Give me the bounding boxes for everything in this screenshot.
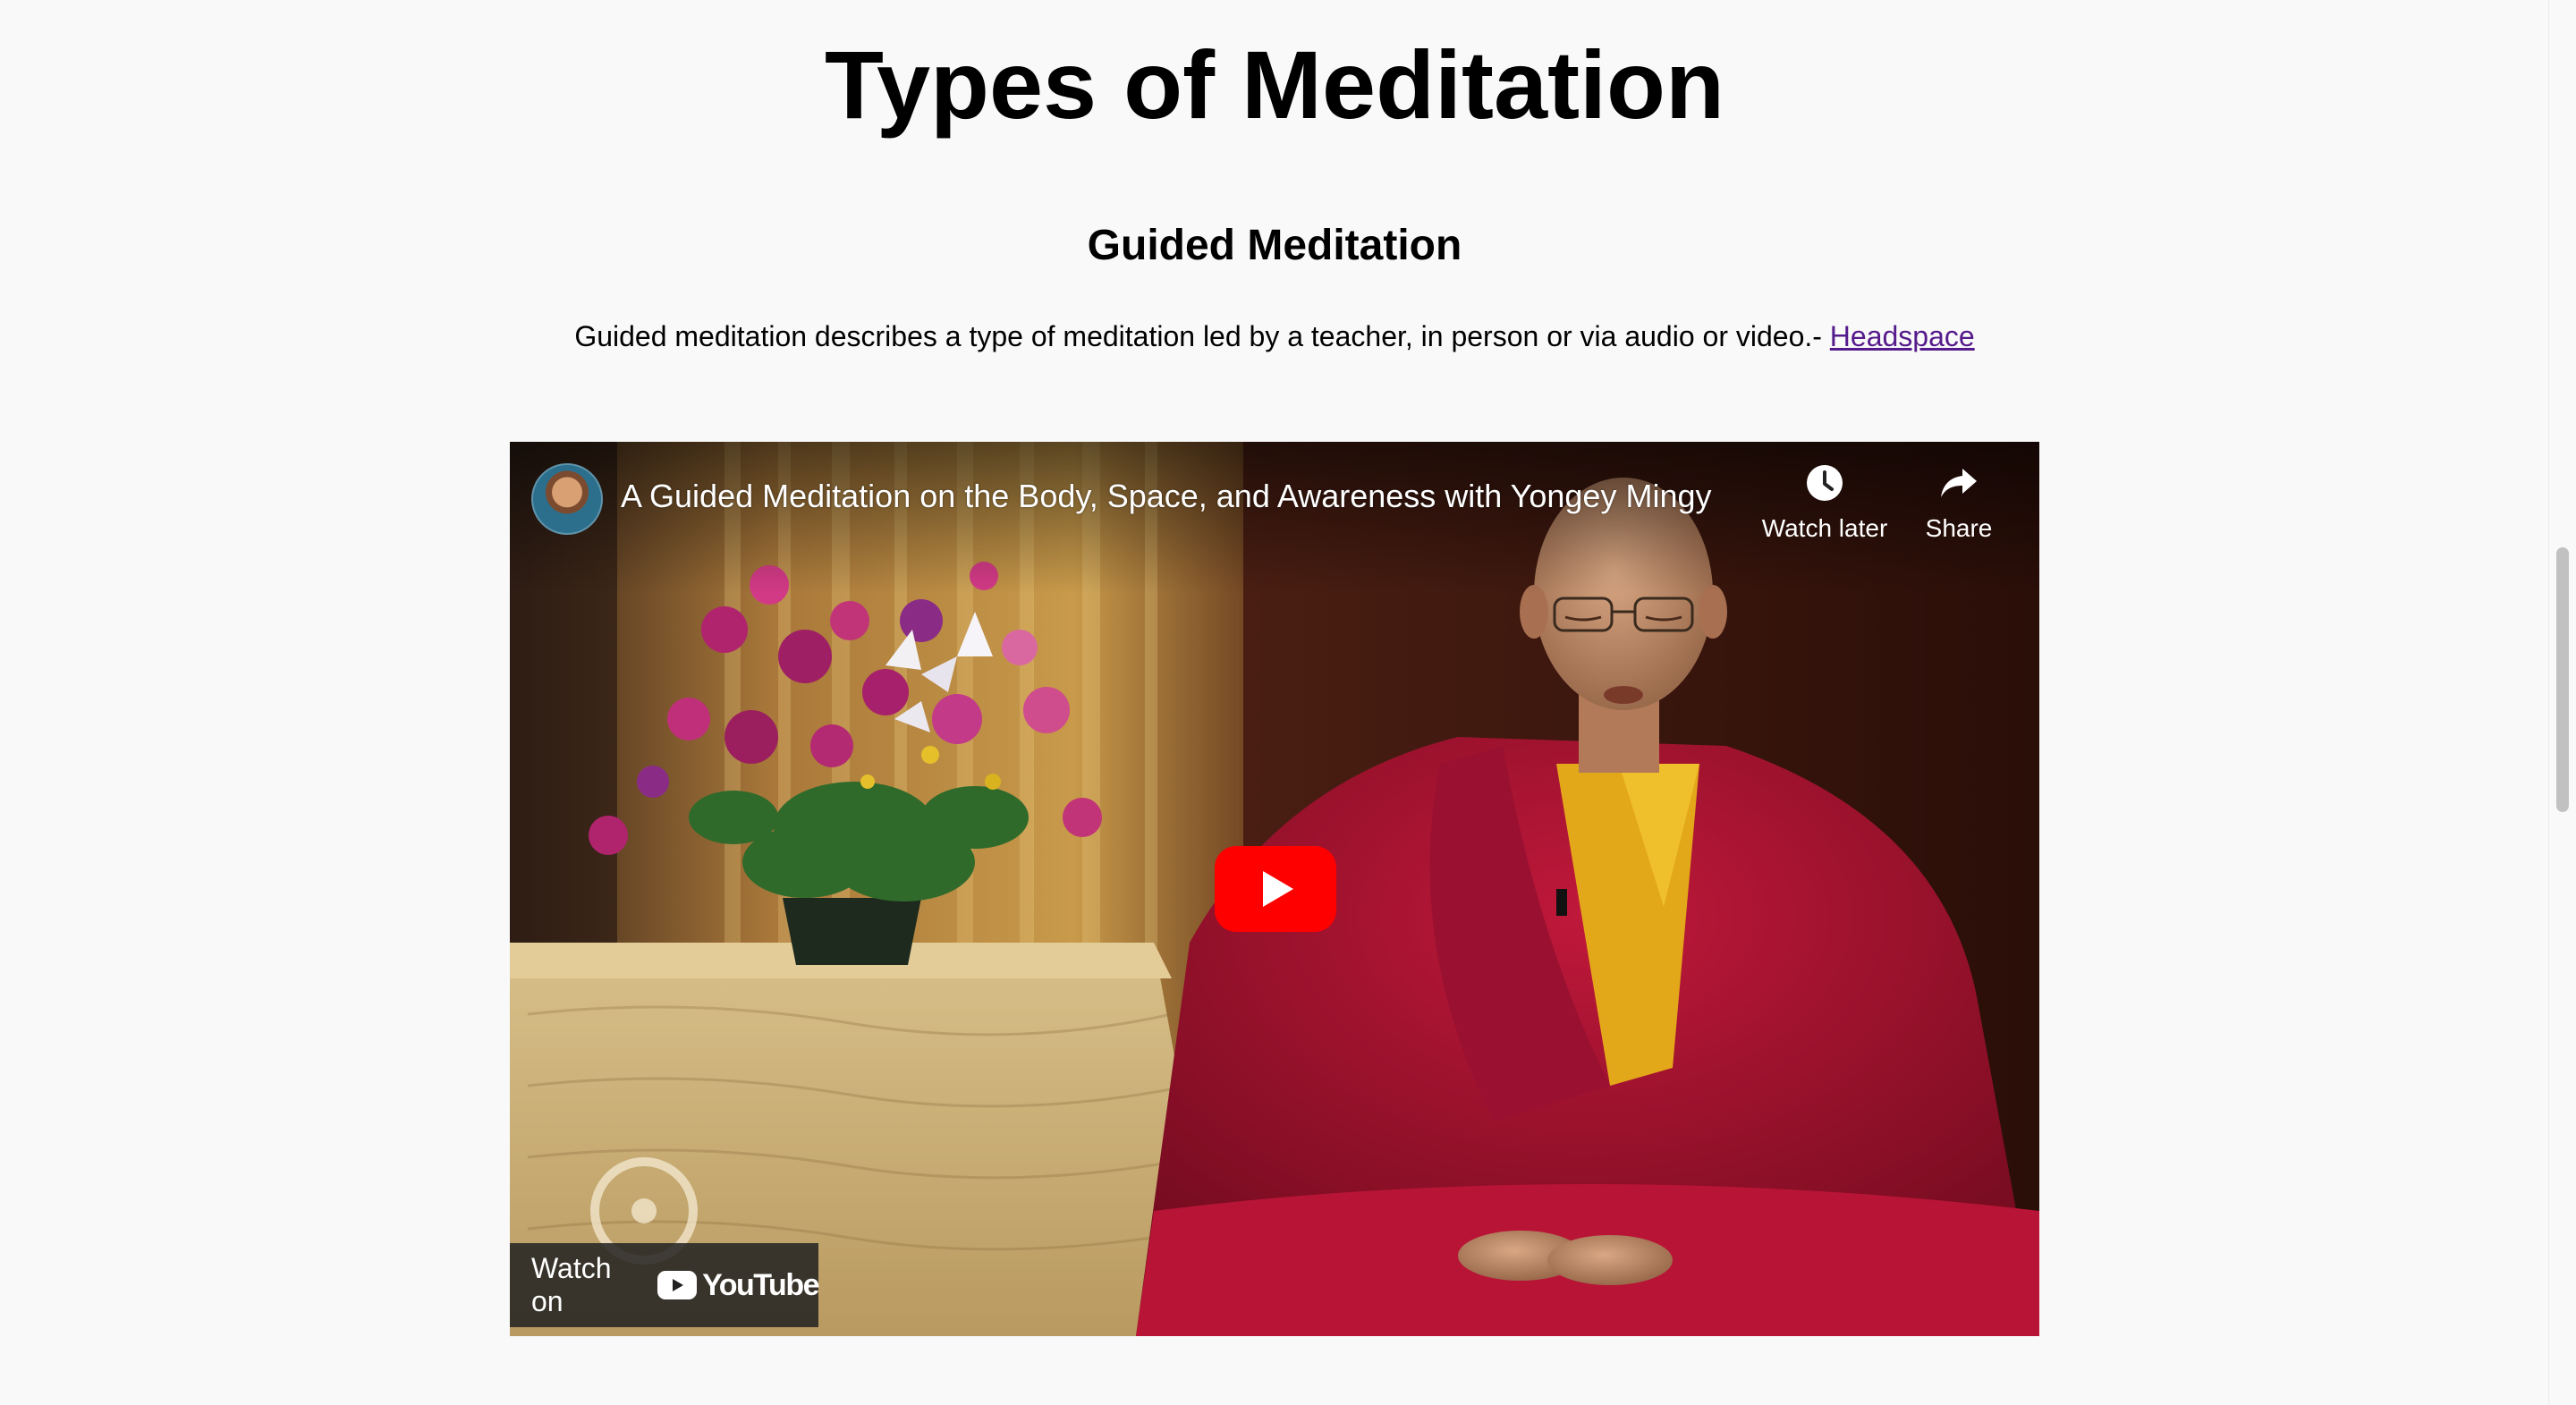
section-title: Guided Meditation bbox=[1087, 222, 1462, 269]
page: Types of Meditation Guided Meditation Gu… bbox=[0, 0, 2576, 1405]
channel-avatar[interactable] bbox=[531, 463, 603, 535]
page-title: Types of Meditation bbox=[824, 30, 1724, 139]
youtube-wordmark: YouTube bbox=[702, 1267, 819, 1302]
watch-on-label: Watch on bbox=[531, 1252, 612, 1317]
play-icon bbox=[1215, 846, 1336, 932]
watch-later-button[interactable]: Watch later bbox=[1735, 461, 1914, 544]
video-title[interactable]: A Guided Meditation on the Body, Space, … bbox=[621, 476, 1712, 517]
section-description-text: Guided meditation describes a type of me… bbox=[574, 320, 1830, 352]
section-description: Guided meditation describes a type of me… bbox=[0, 315, 2549, 358]
watch-later-label: Watch later bbox=[1761, 514, 1888, 542]
video-embed[interactable]: A Guided Meditation on the Body, Space, … bbox=[510, 442, 2039, 1336]
share-label: Share bbox=[1925, 514, 1993, 542]
share-button[interactable]: Share bbox=[1892, 461, 2026, 544]
headspace-link[interactable]: Headspace bbox=[1830, 320, 1975, 352]
clock-icon bbox=[1807, 465, 1843, 501]
youtube-logo: YouTube bbox=[657, 1267, 819, 1303]
share-arrow-icon bbox=[1941, 469, 1977, 497]
watch-on-youtube-button[interactable]: Watch on YouTube bbox=[510, 1243, 819, 1327]
youtube-logo-icon bbox=[657, 1271, 698, 1299]
play-button[interactable] bbox=[1215, 846, 1336, 932]
scrollbar-thumb[interactable] bbox=[2556, 547, 2569, 812]
page-scrollbar[interactable] bbox=[2548, 0, 2576, 1405]
